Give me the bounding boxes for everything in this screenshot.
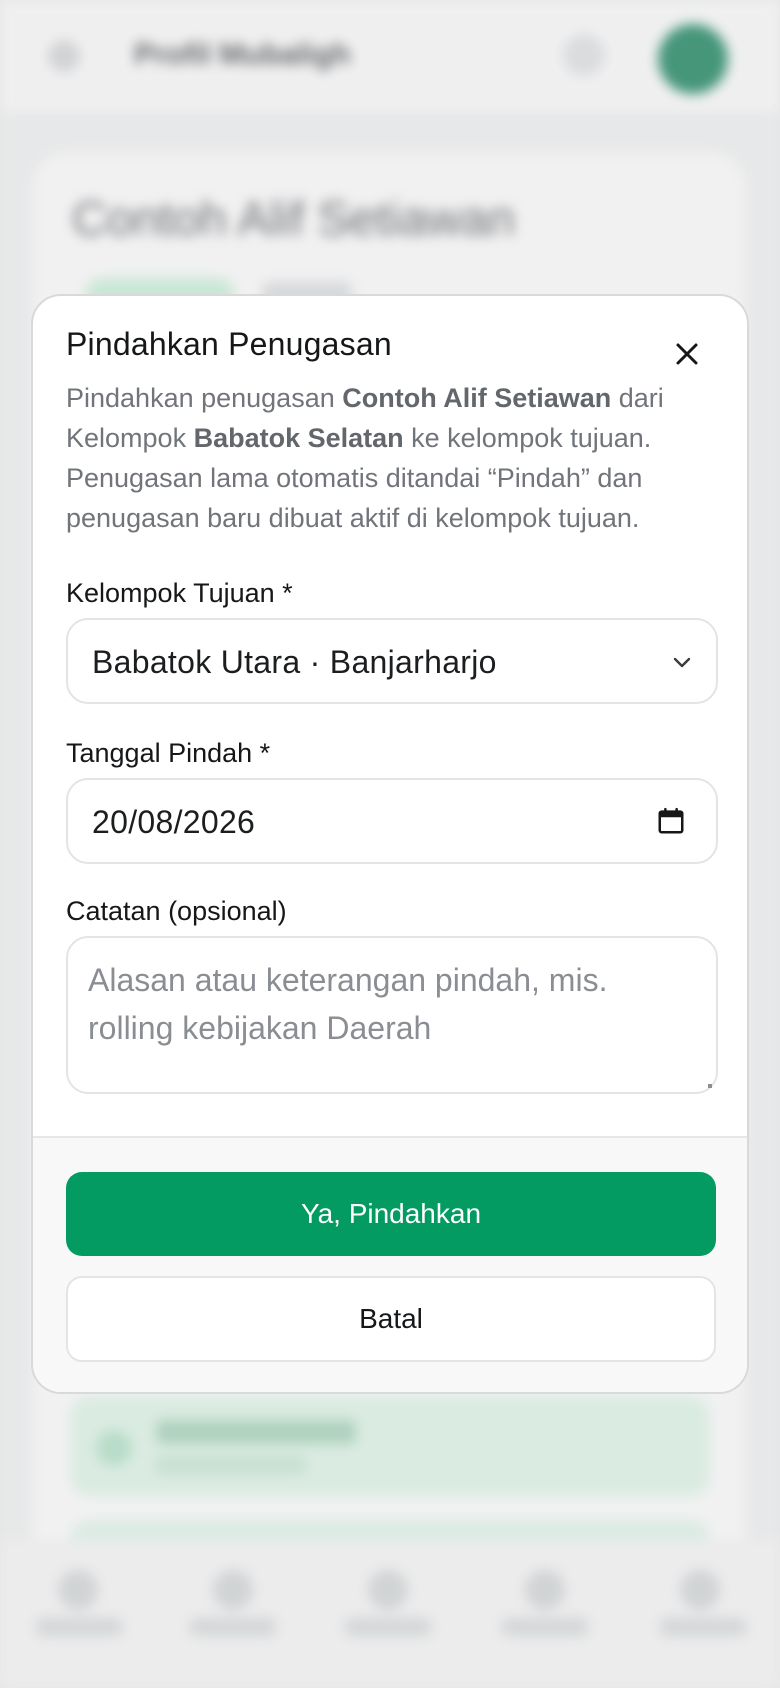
notes-label: Catatan (opsional) [66,896,287,926]
desc-person-name: Contoh Alif Setiawan [342,383,612,413]
target-group-label: Kelompok Tujuan * [66,578,293,608]
resize-handle[interactable] [708,1084,712,1088]
calendar-icon[interactable] [656,806,686,836]
move-date-input[interactable]: 20/08/2026 [66,778,718,864]
cancel-button[interactable]: Batal [66,1276,716,1362]
move-date-value: 20/08/2026 [92,804,256,840]
confirm-move-button[interactable]: Ya, Pindahkan [66,1172,716,1256]
move-date-label: Tanggal Pindah * [66,738,271,768]
dialog-footer: Ya, Pindahkan Batal [33,1136,747,1392]
dialog-body: Pindahkan Penugasan Pindahkan penugasan … [33,296,747,1136]
target-group-value: Babatok Utara · Banjarharjo [92,644,497,680]
move-assignment-dialog: Pindahkan Penugasan Pindahkan penugasan … [31,294,749,1394]
close-icon [676,343,698,365]
notes-placeholder: Alasan atau keterangan pindah, mis. roll… [88,962,608,1046]
target-group-select[interactable]: Babatok Utara · Banjarharjo [66,618,718,704]
desc-text: Pindahkan penugasan [66,383,343,413]
dialog-title: Pindahkan Penugasan [66,326,392,362]
chevron-down-icon [673,657,691,668]
close-button[interactable] [665,332,709,376]
dialog-description: Pindahkan penugasan Contoh Alif Setiawan… [66,378,726,538]
desc-source-group: Babatok Selatan [193,423,404,453]
notes-textarea[interactable]: Alasan atau keterangan pindah, mis. roll… [66,936,718,1094]
